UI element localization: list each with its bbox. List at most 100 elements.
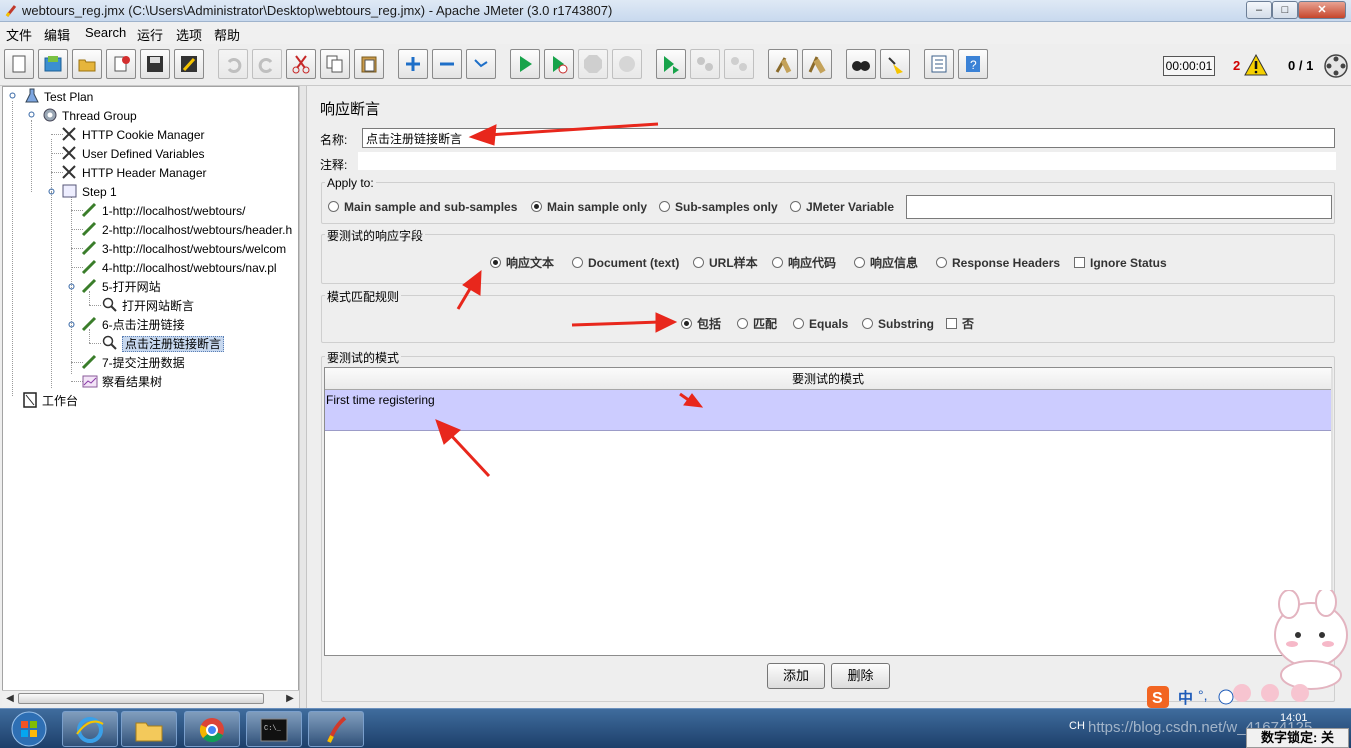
test-plan-tree[interactable]: Test Plan Thread Group HTTP Cookie Manag… bbox=[2, 86, 299, 706]
close-file-button[interactable] bbox=[106, 49, 136, 79]
radio-response-headers[interactable]: Response Headers bbox=[936, 255, 1060, 271]
sogou-s-icon[interactable]: S bbox=[1146, 685, 1170, 709]
search-button[interactable] bbox=[846, 49, 876, 79]
radio-jmeter-variable[interactable]: JMeter Variable bbox=[790, 199, 894, 215]
expand-handle-icon[interactable] bbox=[8, 91, 17, 100]
ignore-status-checkbox[interactable]: Ignore Status bbox=[1074, 255, 1167, 271]
taskbar-jmeter[interactable] bbox=[308, 711, 364, 747]
radio-response-code[interactable]: 响应代码 bbox=[772, 255, 836, 271]
radio-document-text[interactable]: Document (text) bbox=[572, 255, 679, 271]
tree-node-sampler-7[interactable]: 7-提交注册数据 bbox=[81, 353, 185, 371]
windows-start-icon[interactable] bbox=[3, 710, 55, 748]
tree-node-sampler-1[interactable]: 1-http://localhost/webtours/ bbox=[81, 201, 245, 219]
tree-node-test-plan[interactable]: Test Plan bbox=[23, 87, 93, 105]
tree-node-workbench[interactable]: 工作台 bbox=[21, 391, 78, 409]
log-viewer-icon[interactable] bbox=[1323, 53, 1349, 79]
scroll-thumb[interactable] bbox=[18, 693, 264, 704]
warning-icon[interactable] bbox=[1244, 54, 1268, 76]
expand-all-button[interactable] bbox=[398, 49, 428, 79]
radio-sub-only[interactable]: Sub-samples only bbox=[659, 199, 778, 215]
close-window-button[interactable]: ✕ bbox=[1298, 1, 1346, 19]
taskbar-cmd[interactable]: C:\_ bbox=[246, 711, 302, 747]
tree-node-sampler-2[interactable]: 2-http://localhost/webtours/header.h bbox=[81, 220, 292, 238]
tree-node-sampler-6[interactable]: 6-点击注册链接 bbox=[81, 315, 185, 333]
expand-handle-icon[interactable] bbox=[47, 187, 56, 196]
scroll-left-icon[interactable]: ◀ bbox=[3, 692, 17, 706]
remote-stop-button[interactable] bbox=[690, 49, 720, 79]
paste-button[interactable] bbox=[354, 49, 384, 79]
clear-button[interactable] bbox=[768, 49, 798, 79]
save-as-button[interactable] bbox=[174, 49, 204, 79]
cut-button[interactable] bbox=[286, 49, 316, 79]
menu-help[interactable]: 帮助 bbox=[214, 25, 240, 44]
menu-edit[interactable]: 编辑 bbox=[44, 25, 70, 44]
shutdown-button[interactable] bbox=[612, 49, 642, 79]
taskbar-chrome[interactable] bbox=[184, 711, 240, 747]
templates-button[interactable] bbox=[38, 49, 68, 79]
tree-node-sampler-4[interactable]: 4-http://localhost/webtours/nav.pl bbox=[81, 258, 277, 276]
tree-node-thread-group[interactable]: Thread Group bbox=[41, 106, 137, 124]
tree-node-sampler-5[interactable]: 5-打开网站 bbox=[81, 277, 161, 295]
help-button[interactable]: ? bbox=[958, 49, 988, 79]
new-button[interactable] bbox=[4, 49, 34, 79]
tray-language[interactable]: CH bbox=[1069, 720, 1085, 732]
radio-matches[interactable]: 匹配 bbox=[737, 316, 777, 332]
radio-main-and-sub[interactable]: Main sample and sub-samples bbox=[328, 199, 517, 215]
tree-node-user-variables[interactable]: User Defined Variables bbox=[61, 144, 205, 162]
menu-search[interactable]: Search bbox=[85, 25, 126, 40]
radio-url-sample[interactable]: URL样本 bbox=[693, 255, 758, 271]
tree-node-assertion-open-site[interactable]: 打开网站断言 bbox=[101, 296, 194, 314]
add-button[interactable]: 添加 bbox=[767, 663, 825, 689]
tree-node-sampler-3[interactable]: 3-http://localhost/webtours/welcom bbox=[81, 239, 286, 257]
redo-button[interactable] bbox=[252, 49, 282, 79]
remote-start-button[interactable] bbox=[656, 49, 686, 79]
delete-button[interactable]: 删除 bbox=[831, 663, 890, 689]
open-button[interactable] bbox=[72, 49, 102, 79]
ime-mode-label[interactable]: 中 bbox=[1178, 687, 1193, 708]
tree-node-assertion-click-register[interactable]: 点击注册链接断言 bbox=[101, 334, 225, 352]
name-input[interactable] bbox=[362, 128, 1335, 148]
reset-search-button[interactable] bbox=[880, 49, 910, 79]
expand-handle-icon[interactable] bbox=[67, 320, 76, 329]
patterns-table[interactable]: 要测试的模式 First time registering bbox=[324, 367, 1333, 656]
panel-splitter[interactable] bbox=[299, 86, 307, 708]
jmeter-variable-input[interactable] bbox=[906, 195, 1332, 219]
system-clock[interactable]: 14:01 bbox=[1280, 712, 1308, 724]
collapse-all-button[interactable] bbox=[432, 49, 462, 79]
taskbar-ie[interactable] bbox=[62, 711, 118, 747]
minimize-button[interactable]: – bbox=[1246, 1, 1272, 19]
maximize-button[interactable]: □ bbox=[1272, 1, 1298, 19]
expand-handle-icon[interactable] bbox=[27, 110, 36, 119]
stop-button[interactable] bbox=[578, 49, 608, 79]
taskbar-explorer[interactable] bbox=[121, 711, 177, 747]
ime-punct-icon[interactable]: °, bbox=[1198, 687, 1208, 703]
undo-button[interactable] bbox=[218, 49, 248, 79]
toggle-button[interactable] bbox=[466, 49, 496, 79]
start-no-pause-button[interactable] bbox=[544, 49, 574, 79]
remote-shutdown-button[interactable] bbox=[724, 49, 754, 79]
menu-file[interactable]: 文件 bbox=[6, 25, 32, 44]
start-button[interactable] bbox=[510, 49, 540, 79]
clear-all-button[interactable] bbox=[802, 49, 832, 79]
not-checkbox[interactable]: 否 bbox=[946, 316, 974, 332]
radio-equals[interactable]: Equals bbox=[793, 316, 848, 332]
save-button[interactable] bbox=[140, 49, 170, 79]
radio-response-text[interactable]: 响应文本 bbox=[490, 255, 554, 271]
radio-main-only[interactable]: Main sample only bbox=[531, 199, 647, 215]
expand-handle-icon[interactable] bbox=[67, 282, 76, 291]
copy-button[interactable] bbox=[320, 49, 350, 79]
menu-run[interactable]: 运行 bbox=[137, 25, 163, 44]
tree-node-results-tree[interactable]: 察看结果树 bbox=[81, 372, 162, 390]
table-row[interactable]: First time registering bbox=[325, 390, 1331, 431]
menu-options[interactable]: 选项 bbox=[176, 25, 202, 44]
tree-node-header-manager[interactable]: HTTP Header Manager bbox=[61, 163, 207, 181]
comment-input[interactable] bbox=[358, 152, 1336, 170]
tree-horizontal-scrollbar[interactable]: ◀ ▶ bbox=[2, 690, 299, 706]
function-helper-button[interactable] bbox=[924, 49, 954, 79]
tree-node-step-1[interactable]: Step 1 bbox=[61, 182, 117, 200]
scroll-right-icon[interactable]: ▶ bbox=[283, 692, 297, 706]
radio-response-message[interactable]: 响应信息 bbox=[854, 255, 918, 271]
radio-substring[interactable]: Substring bbox=[862, 316, 934, 332]
radio-contains[interactable]: 包括 bbox=[681, 316, 721, 332]
ime-toolbar[interactable]: S 中 °, bbox=[1146, 684, 1351, 709]
